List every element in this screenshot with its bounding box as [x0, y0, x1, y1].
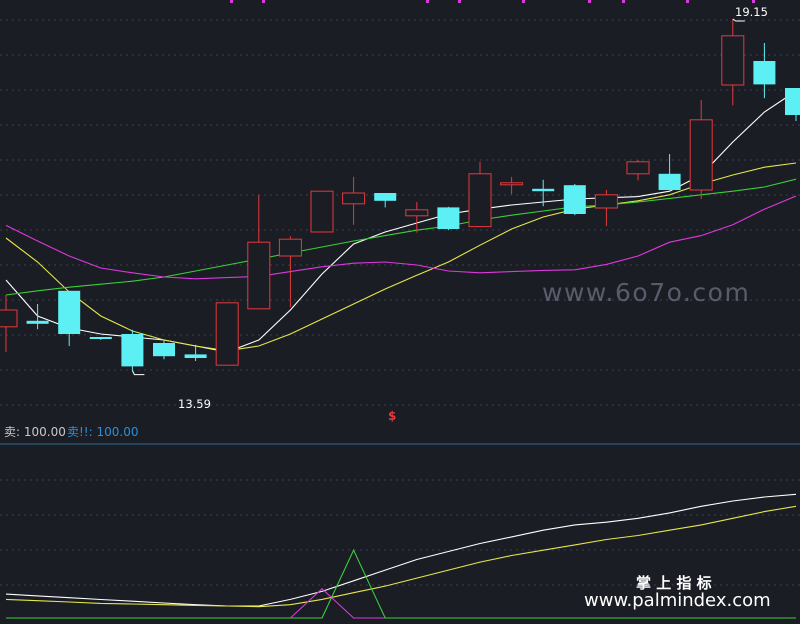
stock-chart: 19.15 13.59 $ 卖: 100.00 卖!!: 100.00 www.… [0, 0, 800, 619]
candle-body [626, 161, 650, 175]
candle-body [689, 119, 713, 191]
ma-line-2 [5, 162, 797, 352]
candle [0, 295, 18, 352]
high-price-label: 19.15 [735, 5, 768, 19]
indicator-legend-sell: 卖: 100.00 [4, 425, 66, 439]
candle-body [58, 290, 81, 334]
candle [121, 329, 144, 371]
candle [58, 290, 81, 346]
candle-body [153, 343, 175, 357]
candle-body [405, 209, 429, 217]
candle-body [342, 192, 366, 205]
candle [310, 190, 334, 233]
candle-body [468, 173, 492, 228]
candle [721, 19, 745, 106]
candle [658, 154, 681, 190]
candle [215, 302, 239, 366]
candle-body [500, 182, 524, 186]
candle-body [184, 354, 207, 358]
candle [342, 176, 366, 225]
candle-body [0, 309, 18, 328]
candle-body [658, 173, 681, 190]
top-tick [622, 0, 625, 3]
moving-average-lines [5, 90, 797, 353]
top-tick [588, 0, 591, 3]
candle-body [594, 194, 618, 209]
candle-body [721, 35, 745, 86]
signal-marker: $ [388, 409, 396, 423]
candle-body [563, 185, 586, 214]
chart-stage: 19.15 13.59 $ 卖: 100.00 卖!!: 100.00 www.… [0, 0, 800, 624]
candle-body [437, 207, 460, 229]
top-tick [752, 0, 755, 3]
candle-body [278, 238, 302, 257]
candle-body [89, 337, 112, 339]
candle [563, 184, 586, 216]
candle [594, 190, 618, 226]
top-tick [230, 0, 233, 3]
candle-body [310, 190, 334, 233]
low-price-label: 13.59 [178, 397, 211, 411]
candle [626, 160, 650, 181]
candle-body [753, 61, 776, 85]
candle [405, 202, 429, 233]
top-tick [522, 0, 525, 3]
candle-body [121, 334, 144, 367]
top-tick [262, 0, 265, 3]
candle-body [215, 302, 239, 366]
high-price-annotation: 19.15 [732, 5, 768, 22]
brand-watermark-url: www.palmindex.com [584, 590, 771, 611]
candle [278, 236, 302, 307]
candle [468, 161, 492, 228]
ma-line-1 [5, 90, 797, 353]
candle-body [374, 193, 397, 201]
candle-body [247, 241, 271, 310]
candle-body [785, 88, 800, 115]
candle [689, 100, 713, 199]
candle [153, 340, 175, 360]
low-pointer [131, 370, 145, 376]
top-tick [686, 0, 689, 3]
candle [89, 337, 112, 340]
top-tick-marks [230, 0, 755, 3]
candle [785, 88, 800, 121]
indicator-legend-sell-strong: 卖!!: 100.00 [67, 425, 138, 439]
top-tick [426, 0, 429, 3]
candle-body [532, 188, 555, 192]
candle [374, 193, 397, 208]
site-watermark: www.6o7o.com [542, 278, 750, 307]
candle [247, 194, 271, 310]
candle [437, 206, 460, 231]
candle [500, 176, 524, 195]
candle-body [26, 320, 49, 324]
ma-line-4 [5, 195, 797, 280]
top-tick [458, 0, 461, 3]
